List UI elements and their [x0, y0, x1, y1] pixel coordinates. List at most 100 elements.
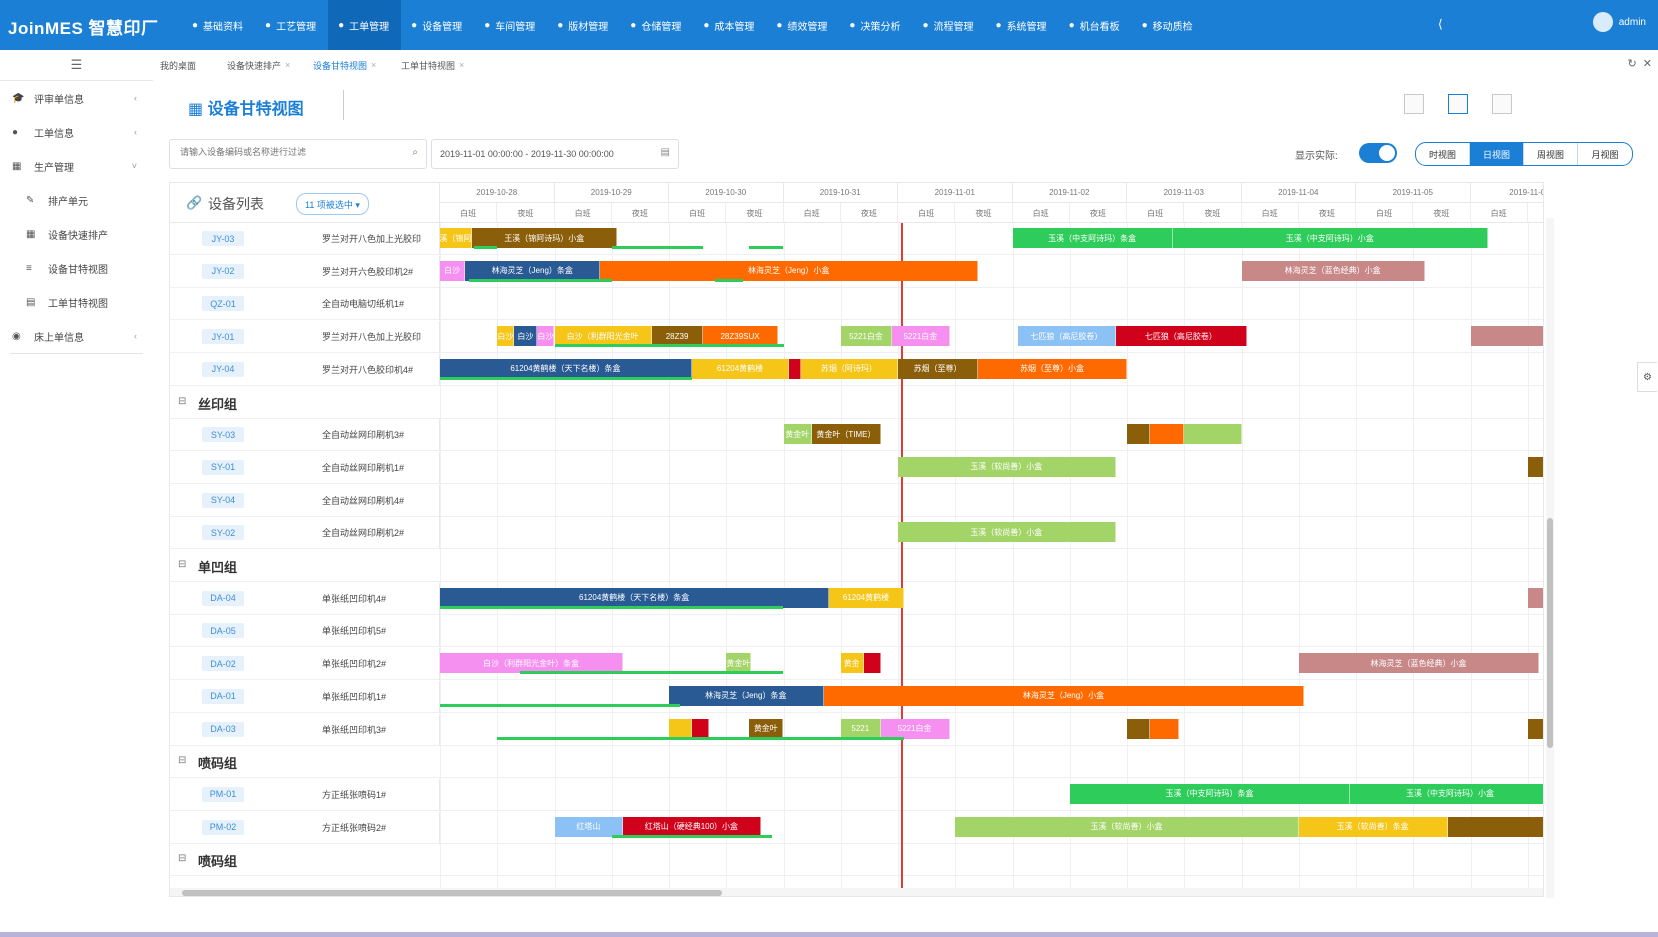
filter-dropdown[interactable]: 11 项被选中 ▾ [296, 193, 369, 215]
gantt-bar[interactable]: 黄金叶（TIME） [812, 424, 881, 445]
sidebar-item-6[interactable]: ▤ 工单甘特视图 [0, 285, 153, 319]
gantt-bar[interactable]: 61204黄鹤楼 [691, 358, 790, 379]
nav-item-1[interactable]: ● 工艺管理 [255, 0, 328, 50]
gantt-bar[interactable] [1527, 456, 1543, 477]
device-code[interactable]: DA-05 [202, 623, 244, 639]
actual-progress-bar[interactable] [749, 246, 784, 249]
actual-progress-bar[interactable] [714, 278, 744, 282]
group-row[interactable]: ⊟ 丝印组 [170, 387, 1543, 419]
horizontal-scrollbar[interactable] [170, 888, 1543, 896]
device-code[interactable]: JY-03 [202, 231, 244, 246]
gantt-bar[interactable]: 玉溪（中支阿诗玛）小盒 [1172, 228, 1488, 248]
gantt-bar[interactable]: 61204黄鹤楼 [829, 587, 904, 608]
sidebar-item-0[interactable]: 🎓 评审单信息 ‹ [0, 81, 153, 115]
scroll-thumb[interactable] [1547, 518, 1553, 748]
gantt-bar[interactable]: 林海灵芝（Jeng）条盒 [669, 685, 824, 706]
actual-progress-bar[interactable] [554, 344, 784, 348]
date-range-picker[interactable]: 2019-11-01 00:00:00 - 2019-11-30 00:00:0… [431, 139, 679, 169]
table-row[interactable]: DA-05 单张纸凹印机5# [170, 615, 1543, 648]
tab-3[interactable]: 工单甘特视图 × [401, 50, 464, 80]
actual-progress-bar[interactable] [611, 246, 704, 249]
gantt-bar[interactable]: 玉溪（软尚善）小盒 [955, 816, 1299, 837]
gantt-bar[interactable] [669, 718, 692, 739]
device-code[interactable]: SY-03 [202, 427, 244, 443]
device-search[interactable]: ⌕ [169, 139, 427, 169]
gantt-bar[interactable]: 白沙 [537, 326, 555, 347]
table-row[interactable]: SY-01 全自动丝网印刷机1# [170, 451, 1543, 484]
gantt-bar[interactable]: 红塔山 [554, 816, 624, 837]
actual-progress-bar[interactable] [440, 605, 544, 609]
gantt-bar[interactable] [1149, 718, 1179, 739]
sidebar-item-3[interactable]: ✎ 排产单元 [0, 183, 153, 217]
gantt-bar[interactable]: 林海灵芝（Jeng）小盒 [600, 260, 979, 281]
gantt-bar[interactable] [1127, 424, 1150, 445]
nav-item-10[interactable]: ● 流程管理 [912, 0, 985, 50]
nav-item-6[interactable]: ● 仓储管理 [620, 0, 693, 50]
gantt-bar[interactable]: 林海灵芝（Jeng）条盒 [465, 260, 601, 281]
gantt-bar[interactable]: 白沙 [497, 326, 515, 347]
nav-item-2[interactable]: ● 工单管理 [328, 0, 402, 50]
sidebar-item-5[interactable]: ≡ 设备甘特视图 [0, 251, 153, 285]
group-row[interactable]: ⊟ 喷码组 [170, 746, 1543, 779]
gantt-bar[interactable]: 林海灵芝（蓝色经典）小盒 [1241, 260, 1425, 281]
device-code[interactable]: DA-03 [202, 721, 244, 737]
gantt-bar[interactable]: 5221白金 [892, 326, 950, 347]
device-code[interactable]: DA-02 [202, 656, 244, 672]
gantt-bar[interactable]: 玉溪（中支阿诗玛）小盒 [1350, 783, 1543, 804]
group-row[interactable]: ⊟ 单凹组 [170, 550, 1543, 582]
gantt-bar[interactable]: 黄金 [840, 653, 864, 674]
nav-item-13[interactable]: ● 移动质检 [1132, 0, 1205, 50]
actual-progress-bar[interactable] [520, 671, 784, 675]
gantt-bar[interactable]: 玉溪（中支阿诗玛）条盒 [1012, 228, 1173, 248]
gantt-bar[interactable]: 白沙（利群阳光金叶 [554, 326, 652, 347]
sidebar-item-1[interactable]: ● 工单信息 ‹ [0, 115, 153, 149]
nav-item-8[interactable]: ● 绩效管理 [766, 0, 839, 50]
nav-item-5[interactable]: ● 版材管理 [547, 0, 620, 50]
device-code[interactable]: PM-01 [202, 786, 244, 802]
gantt-bar[interactable] [1184, 424, 1242, 445]
gantt-bar[interactable]: 七匹狼（高尼胶卷） [1018, 326, 1116, 347]
nav-item-12[interactable]: ● 机台看板 [1059, 0, 1132, 50]
nav-item-9[interactable]: ● 决策分析 [839, 0, 912, 50]
gantt-bar[interactable] [1127, 718, 1150, 739]
nav-item-3[interactable]: ● 设备管理 [401, 0, 474, 50]
table-row[interactable]: QZ-01 全自动电脑切纸机1# [170, 288, 1543, 321]
gantt-bar[interactable]: 红塔山（硬经典100）小盒 [623, 816, 761, 837]
gantt-bar[interactable]: 苏烟（阿诗玛） [800, 358, 898, 379]
actual-progress-bar[interactable] [474, 246, 498, 249]
gantt-bar[interactable]: 黄金叶 [783, 424, 813, 445]
layout-icon-3[interactable] [1492, 94, 1512, 114]
device-code[interactable]: SY-04 [202, 492, 244, 508]
gantt-bar[interactable]: 黄金叶 [749, 718, 784, 739]
gantt-bar[interactable] [1149, 424, 1185, 445]
layout-icon-2[interactable] [1448, 94, 1468, 114]
device-code[interactable]: DA-01 [202, 688, 244, 704]
actual-progress-bar[interactable] [543, 605, 784, 609]
show-actual-toggle[interactable] [1359, 143, 1397, 163]
gantt-bar[interactable]: 白沙 [514, 326, 538, 347]
view-button-1[interactable]: 日视图 [1470, 143, 1524, 165]
gantt-bar[interactable]: 白沙（利群阳光金叶）条盒 [440, 653, 624, 674]
actual-progress-bar[interactable] [440, 376, 692, 380]
scroll-thumb[interactable] [182, 890, 722, 896]
tab-1[interactable]: 设备快速排产 × [227, 50, 290, 80]
gantt-bar[interactable] [789, 358, 801, 379]
gantt-bar[interactable]: 玉溪（软尚善）小盒 [898, 522, 1116, 543]
device-code[interactable]: PM-02 [202, 819, 244, 835]
nav-item-7[interactable]: ● 成本管理 [693, 0, 766, 50]
gantt-bar[interactable] [691, 718, 710, 739]
gantt-bar[interactable]: 王溪（锦阿诗 [440, 228, 473, 248]
view-button-3[interactable]: 月视图 [1578, 143, 1632, 165]
table-row[interactable]: SY-04 全自动丝网印刷机4# [170, 484, 1543, 517]
gantt-bar[interactable] [1527, 718, 1543, 739]
device-code[interactable]: JY-04 [202, 361, 244, 377]
user-menu[interactable]: admin [1592, 12, 1646, 32]
close-all-icon[interactable]: ✕ [1643, 58, 1652, 70]
sidebar-item-7[interactable]: ◉ 床上单信息 ‹ [0, 319, 153, 353]
collapse-icon[interactable]: ⊟ [178, 559, 186, 570]
refresh-icon[interactable]: ↻ [1627, 58, 1636, 70]
view-button-2[interactable]: 周视图 [1524, 143, 1578, 165]
settings-gear-icon[interactable]: ⚙ [1637, 362, 1657, 392]
app-logo[interactable]: JoinMES 智慧印厂 [8, 14, 159, 39]
gantt-bar[interactable] [1447, 816, 1543, 837]
